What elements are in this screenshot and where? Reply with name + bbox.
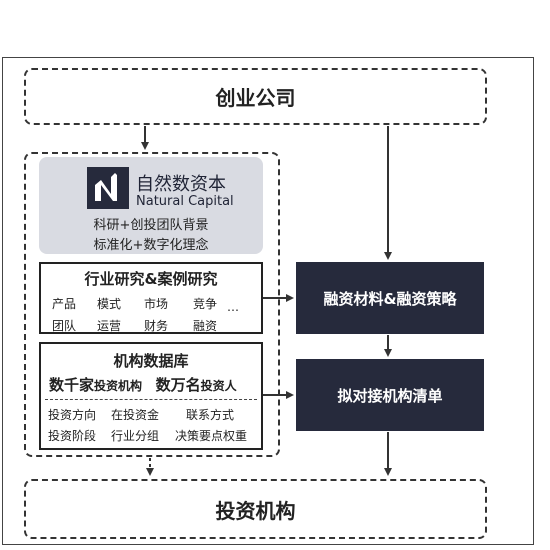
startup-label: 创业公司	[215, 86, 296, 110]
research-item: 市场	[144, 297, 169, 311]
database-field: 投资方向	[48, 408, 97, 422]
research-item: 产品	[52, 297, 77, 311]
stat-2-value: 数万名	[155, 376, 201, 394]
brand-tagline-1: 科研+创投团队背景	[93, 218, 209, 233]
investor-label: 投资机构	[215, 498, 296, 523]
stat-1-label: 投资机构	[94, 379, 143, 393]
research-item: 运营	[97, 319, 122, 333]
financing-label: 融资材料&融资策略	[323, 289, 457, 308]
startup-box: 创业公司	[24, 68, 487, 125]
research-item: 财务	[144, 319, 169, 333]
financing-materials-box: 融资材料&融资策略	[296, 262, 484, 334]
database-box: 机构数据库 数千家投资机构 数万名投资人 投资方向 在投资金 联系方式 投资阶段…	[39, 342, 263, 450]
institution-list-box: 拟对接机构清单	[296, 359, 484, 431]
database-divider	[45, 399, 257, 400]
investor-box: 投资机构	[24, 479, 487, 539]
research-title: 行业研究&案例研究	[84, 270, 218, 288]
database-field: 投资阶段	[48, 429, 97, 443]
stat-2-label: 投资人	[200, 379, 237, 393]
research-item: 模式	[97, 297, 122, 311]
natural-capital-logo-icon	[87, 167, 129, 209]
database-stats: 数千家投资机构 数万名投资人	[49, 374, 237, 395]
brand-name-en: Natural Capital	[136, 194, 234, 209]
research-item: 竞争	[193, 297, 218, 311]
brand-tagline-2: 标准化+数字化理念	[93, 238, 209, 253]
database-field: 决策要点权重	[175, 429, 248, 443]
list-label: 拟对接机构清单	[337, 386, 443, 405]
research-box: 行业研究&案例研究 产品 模式 市场 竞争 … 团队 运营 财务 融资	[39, 262, 263, 334]
database-field: 在投资金	[111, 408, 160, 422]
brand-box: 自然数资本 Natural Capital 科研+创投团队背景 标准化+数字化理…	[39, 157, 263, 254]
brand-name-cn: 自然数资本	[136, 174, 226, 195]
database-field: 联系方式	[186, 408, 235, 422]
research-item: 融资	[193, 319, 218, 333]
database-title: 机构数据库	[113, 352, 189, 370]
research-ellipsis: …	[227, 300, 239, 314]
stat-1-value: 数千家	[49, 376, 95, 394]
research-item: 团队	[52, 319, 77, 333]
database-field: 行业分组	[111, 429, 160, 443]
